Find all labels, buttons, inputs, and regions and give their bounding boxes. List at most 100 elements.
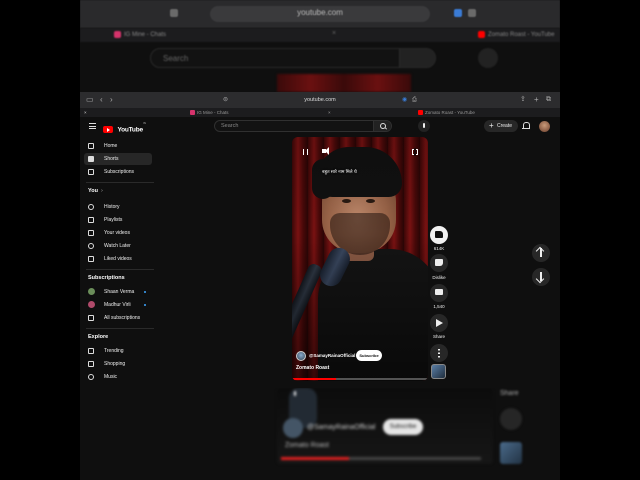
pause-icon[interactable] xyxy=(303,149,308,155)
sidebar-item-playlists[interactable]: Playlists xyxy=(84,214,152,226)
youtube-header: YouTubeIN Search + Create xyxy=(80,117,560,136)
back-icon[interactable]: ‹ xyxy=(100,96,103,104)
tab-instagram[interactable]: IG Mine - Chats xyxy=(190,109,229,116)
previous-short-button[interactable] xyxy=(532,244,550,262)
subscriptions-icon xyxy=(88,169,94,175)
background-video-strip xyxy=(277,74,411,92)
arrow-down-icon xyxy=(540,272,542,281)
forward-icon[interactable]: › xyxy=(110,96,113,104)
subscriptions-heading: Subscriptions xyxy=(88,275,125,281)
address-bar[interactable]: youtube.com xyxy=(240,95,400,105)
channel-avatar[interactable] xyxy=(296,351,306,361)
translate-icon[interactable]: ◉ xyxy=(402,96,407,104)
new-content-dot xyxy=(144,291,146,293)
close-tab-icon[interactable]: × xyxy=(328,109,331,116)
history-icon xyxy=(88,204,94,210)
instagram-icon xyxy=(190,110,195,115)
like-button[interactable] xyxy=(430,226,448,244)
voice-search-icon[interactable] xyxy=(418,120,430,132)
hamburger-menu-icon[interactable] xyxy=(89,123,96,129)
screen: youtube.com IG Mine - Chats × Zomato Roa… xyxy=(0,0,640,480)
more-options-button[interactable] xyxy=(430,344,448,362)
shorts-player[interactable]: बहुत सारे नाम मिले थे @SamayRainaOfficia… xyxy=(292,137,428,381)
explore-heading: Explore xyxy=(88,334,109,340)
progress-bar[interactable] xyxy=(292,378,428,380)
bg-video-title: Zomato Roast xyxy=(285,442,329,449)
fullscreen-icon[interactable] xyxy=(412,148,418,156)
arrow-up-icon xyxy=(540,248,542,257)
background-address-bar: youtube.com xyxy=(80,0,560,28)
list-icon xyxy=(88,315,94,321)
divider xyxy=(86,328,154,329)
sidebar-item-your-videos[interactable]: Your videos xyxy=(84,227,152,239)
sidebar-item-trending[interactable]: Trending xyxy=(84,345,152,357)
search-input[interactable]: Search xyxy=(221,123,238,129)
sidebar-item-liked-videos[interactable]: Liked videos xyxy=(84,253,152,265)
next-short-button[interactable] xyxy=(532,268,550,286)
search-icon[interactable] xyxy=(373,121,391,131)
bg-mic-icon xyxy=(468,9,476,17)
sidebar-item-watch-later[interactable]: Watch Later xyxy=(84,240,152,252)
ipad-screen: youtube.com IG Mine - Chats × Zomato Roa… xyxy=(80,0,560,480)
youtube-logo[interactable]: YouTubeIN xyxy=(103,121,146,134)
channel-name[interactable]: @SamayRainaOfficial xyxy=(309,352,355,360)
you-heading[interactable]: You › xyxy=(88,188,103,194)
sidebar-item-music[interactable]: Music xyxy=(84,371,152,383)
share-icon[interactable]: ⇪ xyxy=(520,96,526,104)
thumbs-up-icon xyxy=(435,231,443,238)
notifications-bell-icon[interactable] xyxy=(522,121,530,130)
watch-later-icon xyxy=(88,243,94,249)
sidebar-item-home[interactable]: Home xyxy=(84,140,152,152)
sidebar-sub-shaan-verma[interactable]: Shaan Verma xyxy=(84,286,152,298)
bg-subscribe: Subscribe xyxy=(383,419,423,435)
volume-icon[interactable] xyxy=(322,147,329,155)
bg-channel-name: @SamayRainaOfficial xyxy=(307,424,376,431)
divider xyxy=(86,269,154,270)
background-short-card: @SamayRainaOfficial Subscribe Zomato Roa… xyxy=(277,388,493,464)
video-title[interactable]: Zomato Roast xyxy=(296,365,329,371)
bg-share-label: Share xyxy=(500,390,519,397)
browser-toolbar: ▭ ‹ › ⊜ youtube.com ◉ ⎙ ⇪ + ⧉ xyxy=(80,92,560,108)
channel-avatar xyxy=(88,301,95,308)
bg-remix-thumbnail xyxy=(500,442,522,464)
bg-tab-instagram: IG Mine - Chats xyxy=(114,30,166,40)
sidebar: Home Shorts Subscriptions You › History P… xyxy=(80,136,156,388)
youtube-play-icon xyxy=(103,126,113,134)
sidebar-item-shopping[interactable]: Shopping xyxy=(84,358,152,370)
subscribe-button[interactable]: Subscribe xyxy=(356,350,382,361)
comments-button[interactable] xyxy=(430,284,448,302)
like-count: 614K xyxy=(433,246,445,251)
sidebar-item-subscriptions[interactable]: Subscriptions xyxy=(84,166,152,178)
page-menu-icon[interactable]: ⊜ xyxy=(223,96,228,104)
account-avatar[interactable] xyxy=(539,121,550,132)
your-videos-icon xyxy=(88,230,94,236)
search-box[interactable]: Search xyxy=(214,120,392,132)
music-icon xyxy=(88,374,94,380)
background-mic-icon xyxy=(478,48,498,68)
close-tab-icon[interactable]: × xyxy=(84,109,87,116)
trending-icon xyxy=(88,348,94,354)
tab-strip: × IG Mine - Chats × Zomato Roast - YouTu… xyxy=(80,108,560,117)
bg-tab-youtube: Zomato Roast - YouTube xyxy=(478,30,554,40)
sidebar-all-subscriptions[interactable]: All subscriptions xyxy=(84,312,152,324)
sidebar-toggle-icon[interactable]: ▭ xyxy=(86,96,94,104)
divider xyxy=(86,182,154,183)
more-vert-icon xyxy=(438,348,440,358)
new-content-dot xyxy=(144,304,146,306)
comment-count: 1,540 xyxy=(433,304,445,309)
sidebar-sub-madhur-virli[interactable]: Madhur Virli xyxy=(84,299,152,311)
share-button[interactable] xyxy=(430,314,448,332)
sidebar-item-history[interactable]: History xyxy=(84,201,152,213)
dislike-button[interactable] xyxy=(430,254,448,272)
remix-thumbnail[interactable] xyxy=(431,364,446,379)
bg-more-icon xyxy=(500,408,522,430)
browser-window: ▭ ‹ › ⊜ youtube.com ◉ ⎙ ⇪ + ⧉ × IG Mine … xyxy=(80,92,560,388)
tab-overview-icon[interactable]: ⧉ xyxy=(546,96,551,104)
sidebar-item-shorts[interactable]: Shorts xyxy=(84,153,152,165)
tab-youtube[interactable]: Zomato Roast - YouTube xyxy=(418,109,475,116)
comment-icon xyxy=(435,289,443,295)
microphone-icon[interactable]: ⎙ xyxy=(412,96,417,104)
new-tab-icon[interactable]: + xyxy=(534,96,539,104)
create-button[interactable]: + Create xyxy=(484,120,518,132)
background-search: Search xyxy=(150,48,436,68)
